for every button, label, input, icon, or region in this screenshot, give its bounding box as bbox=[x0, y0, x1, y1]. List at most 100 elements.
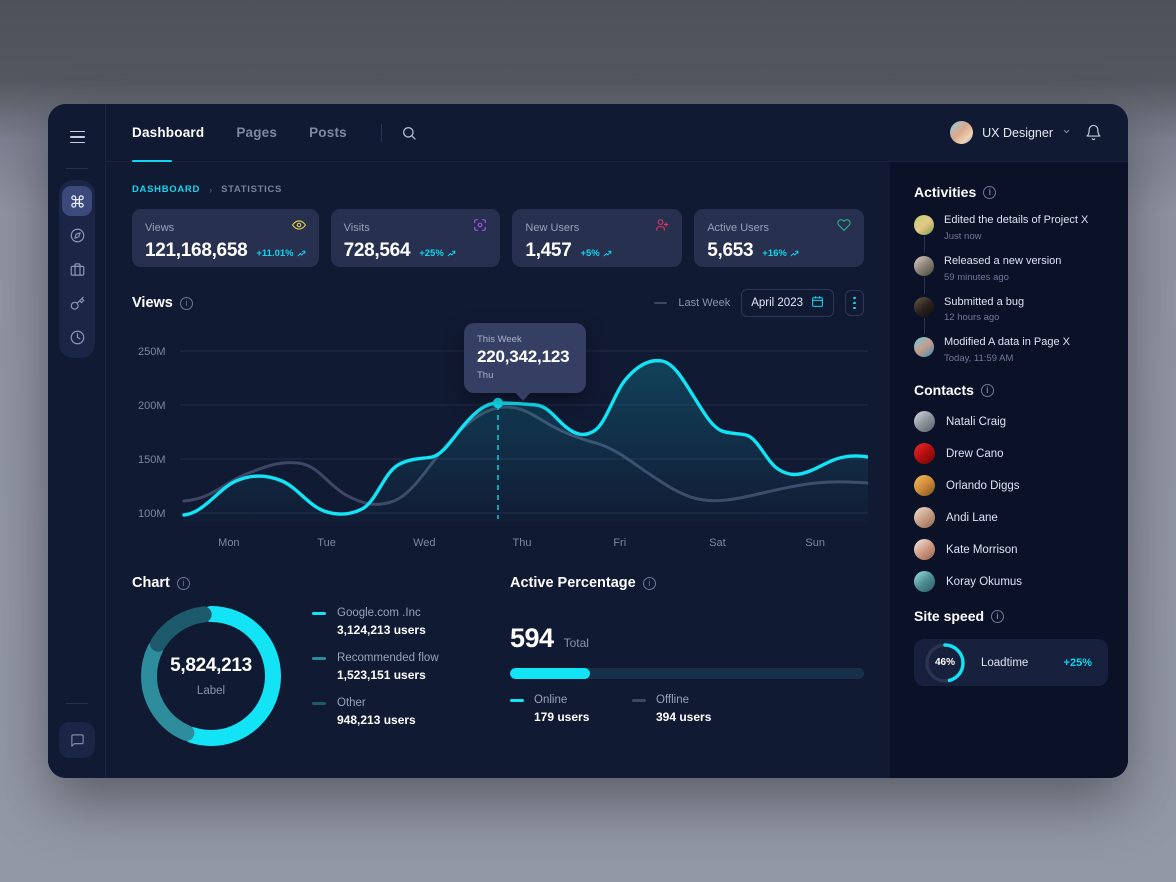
stat-card-active-users[interactable]: Active Users 5,653 +16% bbox=[694, 209, 865, 267]
clock-icon[interactable] bbox=[62, 322, 92, 352]
stat-card-views[interactable]: Views 121,168,658 +11.01% bbox=[132, 209, 319, 267]
views-line-chart[interactable]: 250M 200M 150M 100M Mon Tue Wed Thu Fri … bbox=[132, 323, 868, 561]
command-icon[interactable] bbox=[62, 186, 92, 216]
stat-label: New Users bbox=[525, 221, 580, 234]
chart-controls: Last Week April 2023 bbox=[654, 289, 864, 317]
list-item[interactable]: Andi Lane bbox=[914, 507, 1108, 528]
legend-swatch bbox=[510, 698, 524, 702]
avatar bbox=[914, 215, 934, 235]
list-item[interactable]: Drew Cano bbox=[914, 443, 1108, 464]
timeline-connector bbox=[923, 276, 925, 294]
last-week-legend-swatch bbox=[654, 301, 668, 305]
user-menu[interactable]: UX Designer bbox=[950, 121, 1071, 144]
list-item[interactable]: Koray Okumus bbox=[914, 571, 1108, 592]
legend-item[interactable]: Recommended flow 1,523,151 users bbox=[312, 652, 439, 682]
active-percentage-panel: Active Percentage i 594 Total Online 179… bbox=[496, 575, 864, 751]
info-icon[interactable]: i bbox=[642, 576, 656, 590]
contact-name: Andi Lane bbox=[946, 511, 998, 524]
search-icon[interactable] bbox=[396, 120, 422, 146]
active-legend: Online 179 users Offline 394 users bbox=[510, 694, 864, 724]
chevron-down-icon[interactable] bbox=[1062, 127, 1071, 138]
heart-icon bbox=[837, 218, 851, 237]
breadcrumb-statistics[interactable]: STATISTICS bbox=[221, 184, 282, 195]
avatar bbox=[914, 571, 935, 592]
site-speed-card[interactable]: 46% Loadtime +25% bbox=[914, 639, 1108, 686]
svg-text:250M: 250M bbox=[138, 346, 166, 358]
legend-value: 948,213 users bbox=[337, 713, 416, 727]
topbar-right-cluster: UX Designer bbox=[950, 121, 1102, 144]
hamburger-icon[interactable] bbox=[61, 123, 93, 151]
legend-item-offline[interactable]: Offline 394 users bbox=[632, 694, 754, 724]
list-item[interactable]: Released a new version 59 minutes ago bbox=[914, 255, 1108, 296]
stat-delta: +5% bbox=[580, 248, 612, 259]
tooltip-period: This Week bbox=[477, 334, 522, 345]
list-item[interactable]: Modified A data in Page X Today, 11:59 A… bbox=[914, 336, 1108, 364]
stat-value: 728,564 bbox=[343, 240, 411, 261]
avatar bbox=[914, 539, 935, 560]
info-icon[interactable]: i bbox=[991, 609, 1005, 623]
donut-legend: Google.com .Inc 3,124,213 users Recommen… bbox=[312, 601, 439, 742]
list-item[interactable]: Kate Morrison bbox=[914, 539, 1108, 560]
contact-name: Kate Morrison bbox=[946, 543, 1018, 556]
briefcase-icon[interactable] bbox=[62, 254, 92, 284]
activities-title: Activities i bbox=[914, 184, 1108, 200]
contact-name: Koray Okumus bbox=[946, 575, 1023, 588]
right-sidebar: Activities i Edited the details of Proje… bbox=[890, 162, 1128, 778]
legend-item[interactable]: Other 948,213 users bbox=[312, 697, 439, 727]
nav-item-posts[interactable]: Posts bbox=[293, 104, 363, 162]
list-item[interactable]: Orlando Diggs bbox=[914, 475, 1108, 496]
x-tick-mon: Mon bbox=[218, 537, 240, 549]
key-icon[interactable] bbox=[62, 288, 92, 318]
list-item[interactable]: Submitted a bug 12 hours ago bbox=[914, 296, 1108, 337]
legend-label: Google.com .Inc bbox=[337, 607, 421, 619]
scan-icon bbox=[473, 218, 487, 237]
chat-icon[interactable] bbox=[59, 722, 95, 758]
rail-icon-group bbox=[59, 180, 95, 358]
info-icon[interactable]: i bbox=[179, 296, 193, 310]
activity-text: Modified A data in Page X bbox=[944, 336, 1070, 349]
avatar bbox=[950, 121, 974, 144]
nav-item-dashboard[interactable]: Dashboard bbox=[132, 104, 220, 162]
legend-item-online[interactable]: Online 179 users bbox=[510, 694, 632, 724]
compass-icon[interactable] bbox=[62, 220, 92, 250]
chart-tooltip: This Week 220,342,123 Thu bbox=[464, 323, 586, 401]
eye-icon bbox=[291, 218, 306, 237]
date-value: April 2023 bbox=[751, 297, 803, 309]
donut-center-label: Label bbox=[196, 685, 226, 697]
more-vertical-icon[interactable] bbox=[845, 290, 864, 316]
info-icon[interactable]: i bbox=[176, 576, 190, 590]
avatar bbox=[914, 443, 935, 464]
legend-item[interactable]: Google.com .Inc 3,124,213 users bbox=[312, 607, 439, 637]
donut-chart[interactable]: 5,824,213 Label bbox=[136, 601, 286, 751]
x-axis-labels: Mon Tue Wed Thu Fri Sat Sun bbox=[180, 537, 864, 549]
x-tick-thu: Thu bbox=[512, 537, 532, 549]
nav-item-pages[interactable]: Pages bbox=[220, 104, 293, 162]
list-item[interactable]: Natali Craig bbox=[914, 411, 1108, 432]
donut-center-value: 5,824,213 bbox=[170, 655, 252, 676]
info-icon[interactable]: i bbox=[980, 383, 994, 397]
bell-icon[interactable] bbox=[1085, 124, 1102, 141]
stat-card-row: Views 121,168,658 +11.01% Visits 728,564… bbox=[132, 209, 865, 267]
donut-panel-header: Chart i bbox=[132, 575, 484, 591]
site-speed-title: Site speed i bbox=[914, 608, 1108, 624]
list-item[interactable]: Edited the details of Project X Just now bbox=[914, 214, 1108, 255]
activity-text: Edited the details of Project X bbox=[944, 214, 1089, 226]
stat-card-visits[interactable]: Visits 728,564 +25% bbox=[330, 209, 501, 267]
rail-divider-bottom bbox=[66, 703, 88, 704]
tooltip-day: Thu bbox=[477, 370, 494, 381]
timeline-connector bbox=[923, 317, 925, 335]
info-icon[interactable]: i bbox=[983, 185, 997, 199]
activity-time: Just now bbox=[944, 230, 982, 242]
x-tick-sat: Sat bbox=[709, 537, 726, 549]
breadcrumb-dashboard[interactable]: DASHBOARD bbox=[132, 184, 200, 195]
stat-card-new-users[interactable]: New Users 1,457 +5% bbox=[512, 209, 683, 267]
donut-panel-title: Chart bbox=[132, 575, 170, 591]
site-speed-percent: 46% bbox=[934, 657, 955, 668]
legend-swatch bbox=[312, 656, 326, 660]
avatar bbox=[914, 507, 935, 528]
activities-list: Edited the details of Project X Just now… bbox=[914, 214, 1108, 364]
legend-label: Offline bbox=[656, 694, 690, 706]
stat-value: 1,457 bbox=[525, 240, 572, 261]
date-selector[interactable]: April 2023 bbox=[741, 289, 834, 317]
contact-name: Orlando Diggs bbox=[946, 479, 1020, 492]
